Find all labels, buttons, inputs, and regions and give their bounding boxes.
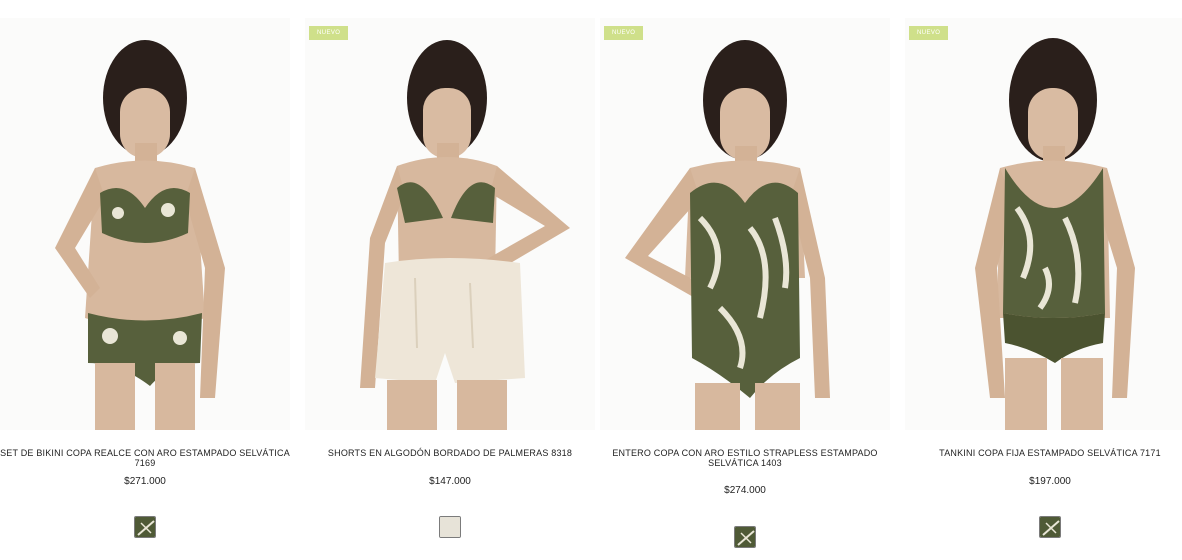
product-image[interactable]: NUEVO (600, 18, 890, 430)
color-swatch[interactable] (134, 516, 156, 538)
color-swatch[interactable] (1039, 516, 1061, 538)
product-name[interactable]: SET DE BIKINI COPA REALCE CON ARO ESTAMP… (0, 448, 290, 468)
product-name[interactable]: TANKINI COPA FIJA ESTAMPADO SELVÁTICA 71… (905, 448, 1182, 458)
model-photo (975, 38, 1135, 430)
model-photo (360, 40, 570, 430)
product-price: $147.000 (429, 476, 471, 487)
color-swatch[interactable] (439, 516, 461, 538)
color-swatch[interactable] (734, 526, 756, 548)
product-card[interactable]: NUEVO TANKINI COPA FIJA ESTAMPADO SELVÁT… (905, 18, 1182, 558)
model-photo (625, 40, 830, 430)
product-price: $271.000 (124, 476, 166, 487)
product-price: $197.000 (1029, 476, 1071, 487)
product-card[interactable]: NUEVO SHORTS EN ALGODÓN BORDADO DE PALME… (305, 18, 595, 558)
product-image[interactable]: NUEVO (905, 18, 1182, 430)
product-name[interactable]: ENTERO COPA CON ARO ESTILO STRAPLESS EST… (600, 448, 890, 468)
leaf-print-icon (735, 527, 755, 547)
product-card[interactable]: NUEVO ENTERO COPA CON ARO ESTILO STRAPLE… (600, 18, 890, 558)
product-image[interactable] (0, 18, 290, 430)
model-photo (55, 40, 225, 430)
leaf-print-icon (1040, 517, 1060, 537)
leaf-print-icon (135, 517, 155, 537)
product-price: $274.000 (724, 485, 766, 496)
product-image[interactable]: NUEVO (305, 18, 595, 430)
cream-swatch-icon (440, 517, 460, 537)
product-name[interactable]: SHORTS EN ALGODÓN BORDADO DE PALMERAS 83… (305, 448, 595, 458)
product-card[interactable]: SET DE BIKINI COPA REALCE CON ARO ESTAMP… (0, 18, 290, 558)
